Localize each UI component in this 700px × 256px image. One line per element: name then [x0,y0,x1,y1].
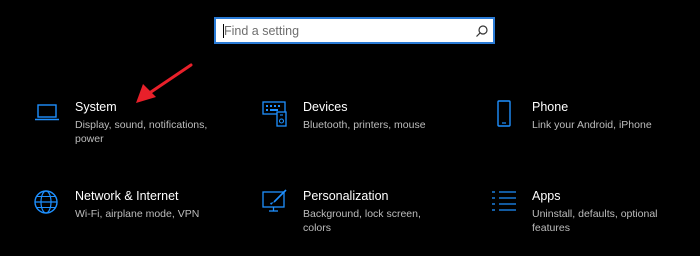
search-box[interactable] [214,17,495,44]
tile-title: Phone [532,100,569,114]
tile-devices[interactable]: Devices Bluetooth, printers, mouse [261,100,426,132]
tile-description: Bluetooth, printers, mouse [303,119,426,131]
tile-title: System [75,100,117,114]
paint-icon [261,189,289,217]
text-caret [223,24,224,38]
tile-system[interactable]: System Display, sound, notifications, po… [33,100,215,146]
search-input[interactable] [216,19,471,42]
devices-icon [261,100,289,128]
tile-apps[interactable]: Apps Uninstall, defaults, optional featu… [490,189,672,235]
tile-title: Personalization [303,189,389,203]
tile-network-internet[interactable]: Network & Internet Wi-Fi, airplane mode,… [33,189,199,221]
settings-home: System Display, sound, notifications, po… [0,0,700,256]
tile-title: Apps [532,189,561,203]
tile-title: Devices [303,100,348,114]
search-icon[interactable] [471,19,493,42]
tile-description: Link your Android, iPhone [532,119,652,131]
tile-title: Network & Internet [75,189,179,203]
tile-phone[interactable]: Phone Link your Android, iPhone [490,100,652,132]
phone-icon [490,100,518,128]
tile-personalization[interactable]: Personalization Background, lock screen,… [261,189,443,235]
tile-description: Uninstall, defaults, optional features [532,208,658,234]
tile-description: Background, lock screen, colors [303,208,421,234]
laptop-icon [33,100,61,128]
globe-icon [33,189,61,217]
tile-description: Display, sound, notifications, power [75,119,208,145]
tile-description: Wi-Fi, airplane mode, VPN [75,208,200,220]
apps-list-icon [490,189,518,217]
